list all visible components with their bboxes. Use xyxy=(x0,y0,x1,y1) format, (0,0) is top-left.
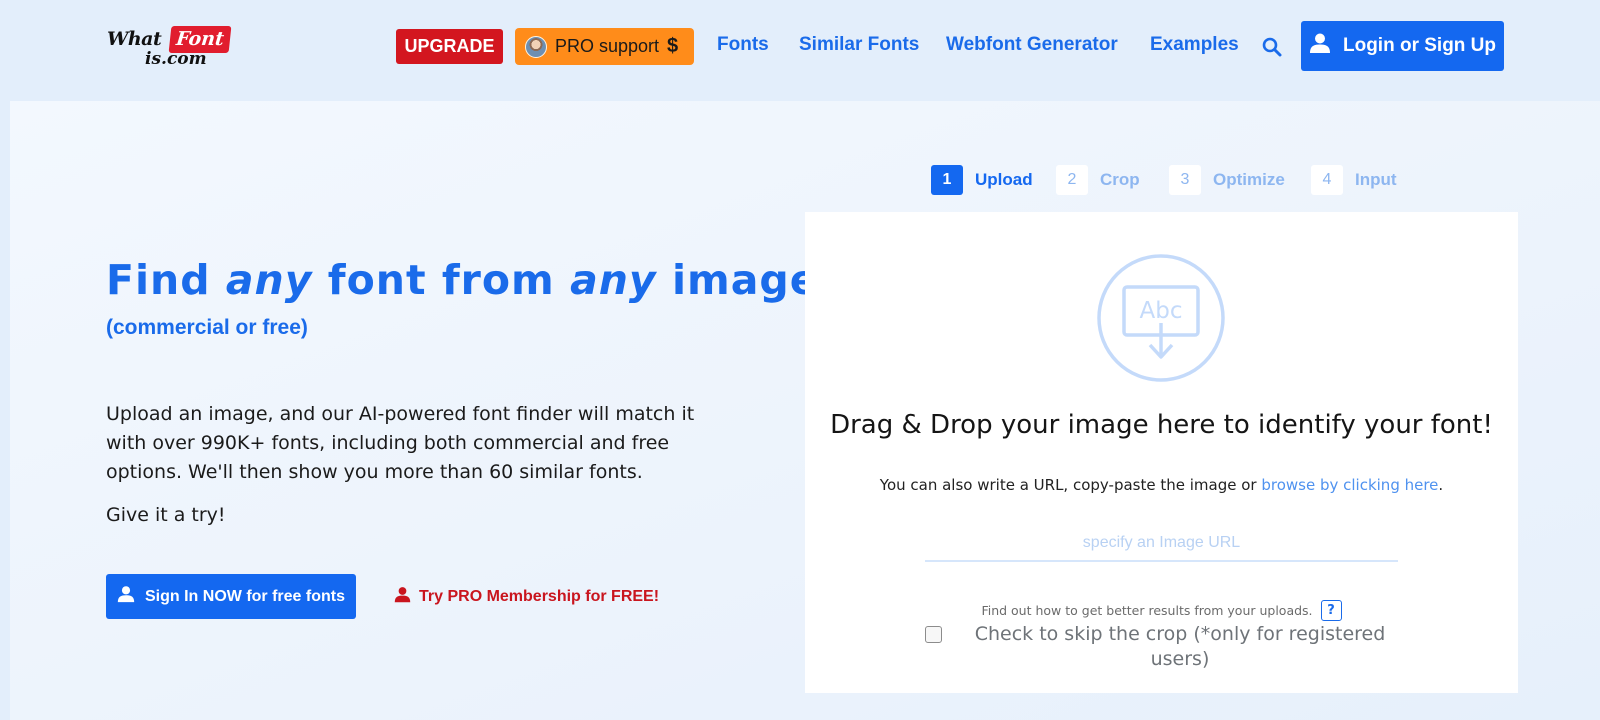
step-optimize[interactable]: 3 Optimize xyxy=(1169,165,1285,195)
step-label: Input xyxy=(1355,170,1397,189)
step-input[interactable]: 4 Input xyxy=(1311,165,1397,195)
nav-fonts[interactable]: Fonts xyxy=(717,34,769,56)
hero-title-any-1: any xyxy=(225,256,313,304)
user-icon xyxy=(1309,32,1331,60)
dropzone-title: Drag & Drop your image here to identify … xyxy=(830,410,1493,440)
browse-link[interactable]: browse by clicking here xyxy=(1261,476,1438,494)
image-url-input[interactable] xyxy=(925,526,1398,562)
help-icon[interactable]: ? xyxy=(1320,600,1342,621)
pro-support-button[interactable]: PRO support $ xyxy=(515,28,694,65)
user-icon xyxy=(394,586,411,608)
hero-try-text: Give it a try! xyxy=(106,504,226,526)
try-pro-membership-link[interactable]: Try PRO Membership for FREE! xyxy=(394,586,659,608)
hero-title-any-2: any xyxy=(570,256,657,304)
logo-what: What xyxy=(107,28,162,50)
step-number: 4 xyxy=(1311,165,1343,195)
step-number: 1 xyxy=(931,165,963,195)
step-label: Upload xyxy=(975,170,1033,189)
hero-title-font-from: font from xyxy=(327,256,555,304)
user-icon xyxy=(117,585,135,608)
site-logo[interactable]: What Font is.com xyxy=(107,26,233,70)
nav-similar-fonts[interactable]: Similar Fonts xyxy=(799,34,919,56)
nav-webfont-generator[interactable]: Webfont Generator xyxy=(946,34,1118,56)
upload-tips: Find out how to get better results from … xyxy=(805,600,1518,621)
skip-crop-checkbox[interactable] xyxy=(925,626,942,643)
skip-crop-label: Check to skip the crop (*only for regist… xyxy=(974,623,1386,670)
step-upload[interactable]: 1 Upload xyxy=(931,165,1033,195)
dollar-icon: $ xyxy=(667,35,679,57)
try-pro-membership-label: Try PRO Membership for FREE! xyxy=(419,588,660,605)
hero-title: Find any font from any image xyxy=(106,256,819,304)
upload-dropzone[interactable]: Abc Drag & Drop your image here to ident… xyxy=(805,212,1518,693)
signin-free-fonts-button[interactable]: Sign In NOW for free fonts xyxy=(106,574,356,619)
dropzone-subtitle: You can also write a URL, copy-paste the… xyxy=(805,476,1518,494)
pro-support-label: PRO support xyxy=(555,36,660,56)
site-header: What Font is.com UPGRADE PRO support $ F… xyxy=(0,0,1600,100)
hero-title-image: image xyxy=(671,256,819,304)
signin-free-fonts-label: Sign In NOW for free fonts xyxy=(145,587,345,605)
step-label: Crop xyxy=(1100,170,1140,189)
search-icon[interactable] xyxy=(1261,36,1283,58)
upload-tips-text: Find out how to get better results from … xyxy=(981,603,1313,618)
login-signup-button[interactable]: Login or Sign Up xyxy=(1301,21,1504,71)
hero-description: Upload an image, and our AI-powered font… xyxy=(106,403,695,483)
nav-examples[interactable]: Examples xyxy=(1150,34,1239,56)
step-crop[interactable]: 2 Crop xyxy=(1056,165,1140,195)
hero-title-find: Find xyxy=(106,256,211,304)
dropzone-subtitle-suffix: . xyxy=(1438,476,1444,494)
upload-image-icon: Abc xyxy=(1096,253,1226,383)
dropzone-subtitle-prefix: You can also write a URL, copy-paste the… xyxy=(879,476,1262,494)
upgrade-button[interactable]: UPGRADE xyxy=(396,29,503,64)
upload-icon-text: Abc xyxy=(1140,298,1183,324)
support-avatar-icon xyxy=(525,35,547,58)
step-number: 2 xyxy=(1056,165,1088,195)
step-label: Optimize xyxy=(1213,170,1285,189)
login-signup-label: Login or Sign Up xyxy=(1342,35,1497,56)
logo-iscom: is.com xyxy=(145,49,207,69)
hero-subtitle: (commercial or free) xyxy=(106,316,308,339)
step-number: 3 xyxy=(1169,165,1201,195)
